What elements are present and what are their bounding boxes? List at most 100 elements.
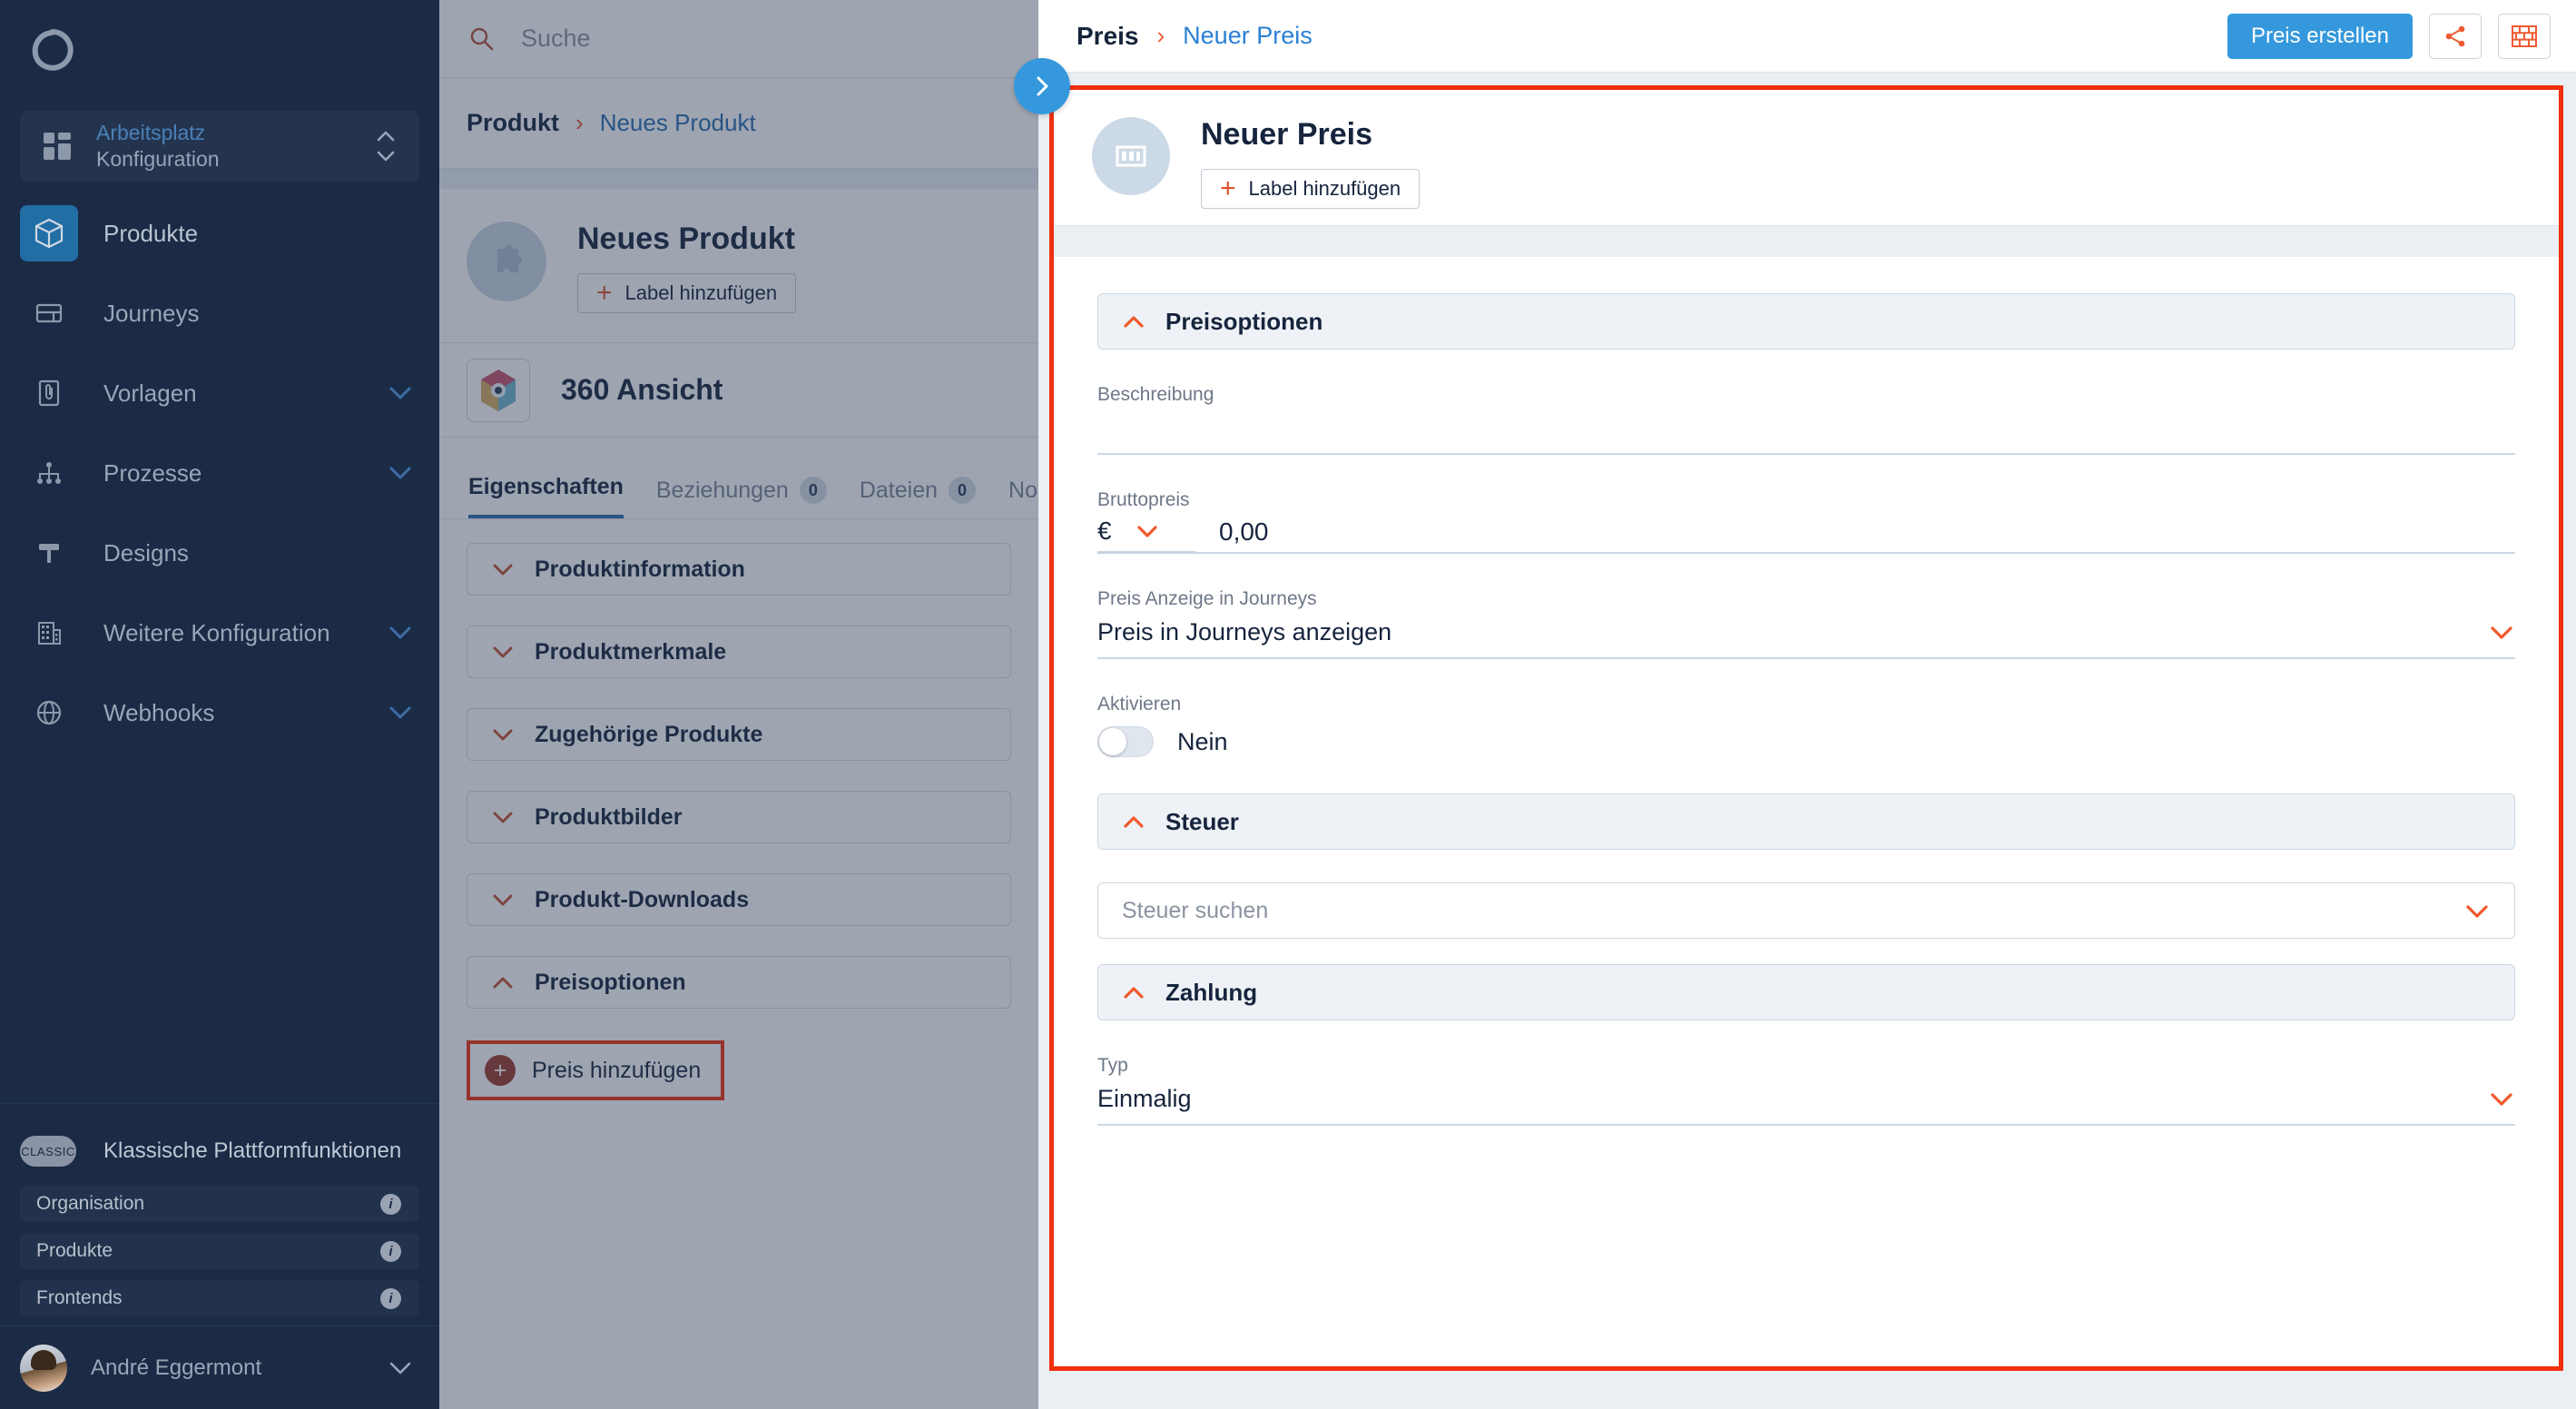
info-icon[interactable]: i <box>380 1287 401 1309</box>
field-value: Preis in Journeys anzeigen <box>1097 617 1392 645</box>
brick-wall-icon <box>2512 25 2537 47</box>
price-form: Preisoptionen Beschreibung Bruttopreis € <box>1054 257 2559 1126</box>
price-detail-panel: Preis › Neuer Preis Preis erstellen Neue… <box>1038 0 2576 1409</box>
field-label: Typ <box>1097 1055 1128 1076</box>
user-menu[interactable]: André Eggermont <box>0 1325 439 1409</box>
view-360-title: 360 Ansicht <box>561 373 723 406</box>
breadcrumb-parent[interactable]: Preis <box>1077 22 1139 51</box>
accordion-label: Produkt-Downloads <box>535 886 750 912</box>
sidebar-item-label: Weitere Konfiguration <box>103 618 330 646</box>
tax-search-input[interactable]: Steuer suchen <box>1097 882 2515 939</box>
sidebar-item-prozesse[interactable]: Prozesse <box>0 445 439 501</box>
app-root: Arbeitsplatz Konfiguration Produkte Jour… <box>0 0 2576 1409</box>
chevron-down-icon[interactable] <box>385 703 416 723</box>
classic-item-label: Produkte <box>36 1240 113 1261</box>
accordion-produktinformation[interactable]: Produktinformation <box>467 543 1011 596</box>
accordion-preisoptionen[interactable]: Preisoptionen <box>467 956 1011 1009</box>
accordion-zugehoerige-produkte[interactable]: Zugehörige Produkte <box>467 708 1011 761</box>
cube-icon-box <box>20 205 78 261</box>
add-label-button-text: Label hinzufügen <box>624 281 778 304</box>
tab-label: Eigenschaften <box>468 474 624 499</box>
price-header: Neuer Preis + Label hinzufügen <box>1054 90 2559 226</box>
journey-display-select[interactable]: Preis in Journeys anzeigen <box>1097 610 2515 659</box>
toggle-state-label: Nein <box>1177 727 1228 755</box>
field-label: Aktivieren <box>1097 694 1182 714</box>
activate-toggle-row: Nein <box>1097 726 2515 757</box>
section-title: Preisoptionen <box>1165 307 1323 335</box>
sidebar-item-designs[interactable]: Designs <box>0 525 439 581</box>
breadcrumb-parent[interactable]: Produkt <box>467 109 559 137</box>
section-header-preisoptionen[interactable]: Preisoptionen <box>1097 293 2515 350</box>
classic-item-produkte[interactable]: Produkte i <box>20 1233 419 1269</box>
workspace-updown-icons[interactable] <box>372 128 399 164</box>
hexagon-360-icon-box <box>467 358 530 422</box>
product-panel: Suche Produkt › Neues Produkt Neues Prod… <box>439 0 1038 1409</box>
tab-eigenschaften[interactable]: Eigenschaften <box>468 474 624 518</box>
accordion-produktbilder[interactable]: Produktbilder <box>467 791 1011 843</box>
classic-item-frontends[interactable]: Frontends i <box>20 1280 419 1316</box>
share-icon <box>2445 25 2465 46</box>
chevron-up-icon <box>1122 985 1145 1000</box>
accordion-produkt-downloads[interactable]: Produkt-Downloads <box>467 873 1011 926</box>
chevron-up-icon <box>1122 314 1145 329</box>
tab-dateien[interactable]: Dateien 0 <box>859 477 977 518</box>
tab-label: Dateien <box>859 477 939 503</box>
section-header-zahlung[interactable]: Zahlung <box>1097 964 2515 1020</box>
tab-notizen[interactable]: No <box>1008 478 1037 518</box>
chevron-down-icon <box>491 892 515 907</box>
user-name: André Eggermont <box>91 1355 262 1380</box>
chevron-down-icon[interactable] <box>385 623 416 643</box>
blocks-button[interactable] <box>2498 13 2551 59</box>
workspace-switcher[interactable]: Arbeitsplatz Konfiguration <box>20 111 419 182</box>
chevron-down-icon[interactable] <box>385 1358 416 1378</box>
breadcrumb-current[interactable]: Neues Produkt <box>600 109 756 137</box>
accordion-label: Produktbilder <box>535 803 683 830</box>
share-button[interactable] <box>2429 13 2482 59</box>
description-input[interactable] <box>1097 406 2515 455</box>
accordion-produktmerkmale[interactable]: Produktmerkmale <box>467 626 1011 678</box>
sidebar-item-produkte[interactable]: Produkte <box>0 205 439 261</box>
currency-symbol: € <box>1097 517 1112 545</box>
building-icon <box>38 622 61 645</box>
sidebar-item-vorlagen[interactable]: Vorlagen <box>0 365 439 421</box>
chevron-down-icon[interactable] <box>385 463 416 483</box>
gross-price-input[interactable]: 0,00 <box>1195 512 2515 554</box>
cube-icon <box>34 218 64 249</box>
document-clip-icon-box <box>20 365 78 421</box>
product-tabs: Eigenschaften Beziehungen 0 Dateien 0 No <box>439 438 1038 519</box>
chevron-up-icon <box>1122 814 1145 829</box>
add-label-button[interactable]: + Label hinzufügen <box>1201 169 1421 209</box>
add-label-button[interactable]: + Label hinzufügen <box>577 273 797 313</box>
workspace-name: Arbeitsplatz <box>96 120 206 144</box>
info-icon[interactable]: i <box>380 1193 401 1215</box>
breadcrumb-current[interactable]: Neuer Preis <box>1183 22 1313 50</box>
sidebar-item-journeys[interactable]: Journeys <box>0 285 439 341</box>
currency-select[interactable]: € <box>1097 511 1195 554</box>
search-input[interactable]: Suche <box>439 0 1038 78</box>
app-logo[interactable] <box>0 0 439 100</box>
tab-badge: 0 <box>949 477 977 504</box>
tab-beziehungen[interactable]: Beziehungen 0 <box>656 477 827 518</box>
chevron-down-icon <box>377 151 395 162</box>
classic-item-organisation[interactable]: Organisation i <box>20 1186 419 1222</box>
sidebar-item-webhooks[interactable]: Webhooks <box>0 685 439 741</box>
section-header-steuer[interactable]: Steuer <box>1097 793 2515 850</box>
expand-panel-button[interactable] <box>1014 58 1070 114</box>
paint-roller-icon-box <box>20 525 78 581</box>
payment-type-select[interactable]: Einmalig <box>1097 1077 2515 1126</box>
create-price-button[interactable]: Preis erstellen <box>2227 13 2413 59</box>
accordion-label: Produktinformation <box>535 556 745 582</box>
add-price-button-label: Preis hinzufügen <box>532 1057 702 1083</box>
field-typ: Typ Einmalig <box>1097 1055 2515 1126</box>
add-price-button[interactable]: + Preis hinzufügen <box>467 1040 725 1100</box>
chevron-right-icon: › <box>1156 22 1165 49</box>
hexagon-360-icon <box>481 369 516 411</box>
field-label: Beschreibung <box>1097 384 1214 405</box>
sidebar-item-label: Designs <box>103 538 189 567</box>
sidebar-item-weitere-konfiguration[interactable]: Weitere Konfiguration <box>0 605 439 661</box>
info-icon[interactable]: i <box>380 1240 401 1262</box>
chevron-down-icon[interactable] <box>385 383 416 403</box>
activate-toggle[interactable] <box>1097 726 1154 757</box>
